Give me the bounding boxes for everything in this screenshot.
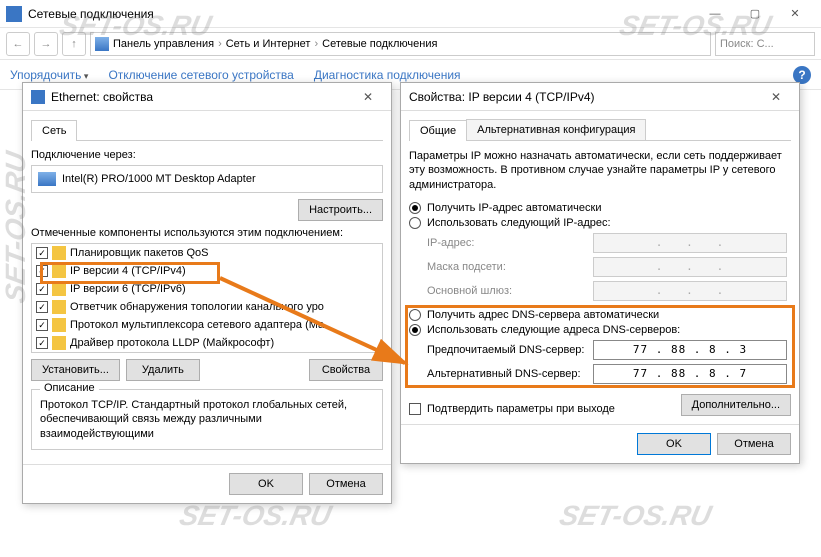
tab-network[interactable]: Сеть (31, 120, 77, 141)
dialog1-ok-button[interactable]: OK (229, 473, 303, 495)
checkbox[interactable] (36, 247, 48, 259)
components-label: Отмеченные компоненты используются этим … (31, 227, 383, 239)
validate-checkbox[interactable] (409, 403, 421, 415)
disable-device-cmd[interactable]: Отключение сетевого устройства (108, 68, 293, 82)
checkbox[interactable] (36, 265, 48, 277)
checkbox[interactable] (36, 319, 48, 331)
component-icon (52, 264, 66, 278)
window-title: Сетевые подключения (28, 7, 695, 21)
watermark: SET-OS.RU (177, 500, 335, 532)
breadcrumb-item[interactable]: Сеть и Интернет (226, 38, 311, 50)
folder-icon (95, 37, 109, 51)
ipv4-properties-dialog: Свойства: IP версии 4 (TCP/IPv4) ✕ Общие… (400, 82, 800, 464)
organize-menu[interactable]: Упорядочить (10, 68, 88, 82)
subnet-mask-label: Маска подсети: (427, 261, 587, 273)
ethernet-properties-dialog: Ethernet: свойства ✕ Сеть Подключение че… (22, 82, 392, 504)
gateway-field: . . . (593, 281, 787, 301)
adapter-box: Intel(R) PRO/1000 MT Desktop Adapter (31, 165, 383, 193)
component-icon (52, 336, 66, 350)
window-icon (6, 6, 22, 22)
connect-via-label: Подключение через: (31, 149, 383, 161)
preferred-dns-field[interactable]: 77 . 88 . 8 . 3 (593, 340, 787, 360)
up-button[interactable]: ↑ (62, 32, 86, 56)
description-text: Протокол TCP/IP. Стандартный протокол гл… (40, 398, 374, 441)
dialog1-close-button[interactable]: ✕ (353, 86, 383, 108)
properties-button[interactable]: Свойства (309, 359, 383, 381)
component-icon (52, 282, 66, 296)
breadcrumb-item[interactable]: Сетевые подключения (322, 38, 437, 50)
dialog2-title: Свойства: IP версии 4 (TCP/IPv4) (409, 90, 761, 104)
forward-button[interactable]: → (34, 32, 58, 56)
ip-manual-radio[interactable] (409, 217, 421, 229)
gateway-label: Основной шлюз: (427, 285, 587, 297)
back-button[interactable]: ← (6, 32, 30, 56)
ethernet-icon (31, 90, 45, 104)
component-icon (52, 318, 66, 332)
explorer-titlebar: Сетевые подключения — ▢ ✕ (0, 0, 821, 28)
tab-alt-config[interactable]: Альтернативная конфигурация (466, 119, 646, 140)
breadcrumb-item[interactable]: Панель управления (113, 38, 214, 50)
dialog1-cancel-button[interactable]: Отмена (309, 473, 383, 495)
install-button[interactable]: Установить... (31, 359, 120, 381)
diagnose-cmd[interactable]: Диагностика подключения (314, 68, 461, 82)
configure-button[interactable]: Настроить... (298, 199, 383, 221)
ip-address-label: IP-адрес: (427, 237, 587, 249)
breadcrumb-bar: ← → ↑ Панель управления› Сеть и Интернет… (0, 28, 821, 60)
search-placeholder: Поиск: С... (720, 38, 774, 50)
preferred-dns-label: Предпочитаемый DNS-сервер: (427, 344, 587, 356)
watermark: SET-OS.RU (557, 500, 715, 532)
description-legend: Описание (40, 382, 99, 394)
help-icon[interactable]: ? (793, 66, 811, 84)
adapter-name: Intel(R) PRO/1000 MT Desktop Adapter (62, 173, 256, 185)
dialog2-cancel-button[interactable]: Отмена (717, 433, 791, 455)
tab-general[interactable]: Общие (409, 120, 467, 141)
dialog2-ok-button[interactable]: OK (637, 433, 711, 455)
alternate-dns-field[interactable]: 77 . 88 . 8 . 7 (593, 364, 787, 384)
remove-button[interactable]: Удалить (126, 359, 200, 381)
maximize-button[interactable]: ▢ (735, 0, 775, 28)
ip-auto-radio[interactable] (409, 202, 421, 214)
close-button[interactable]: ✕ (775, 0, 815, 28)
component-icon (52, 246, 66, 260)
checkbox[interactable] (36, 283, 48, 295)
dialog2-close-button[interactable]: ✕ (761, 86, 791, 108)
address-bar[interactable]: Панель управления› Сеть и Интернет› Сете… (90, 32, 711, 56)
dns-auto-radio[interactable] (409, 309, 421, 321)
checkbox[interactable] (36, 301, 48, 313)
checkbox[interactable] (36, 337, 48, 349)
advanced-button[interactable]: Дополнительно... (681, 394, 791, 416)
alternate-dns-label: Альтернативный DNS-сервер: (427, 368, 587, 380)
dns-manual-radio[interactable] (409, 324, 421, 336)
dialog1-title: Ethernet: свойства (51, 90, 353, 104)
ip-address-field: . . . (593, 233, 787, 253)
component-icon (52, 300, 66, 314)
search-box[interactable]: Поиск: С... (715, 32, 815, 56)
minimize-button[interactable]: — (695, 0, 735, 28)
adapter-icon (38, 172, 56, 186)
components-list[interactable]: Планировщик пакетов QoS IP версии 4 (TCP… (31, 243, 383, 353)
intro-text: Параметры IP можно назначать автоматичес… (409, 149, 791, 192)
subnet-mask-field: . . . (593, 257, 787, 277)
